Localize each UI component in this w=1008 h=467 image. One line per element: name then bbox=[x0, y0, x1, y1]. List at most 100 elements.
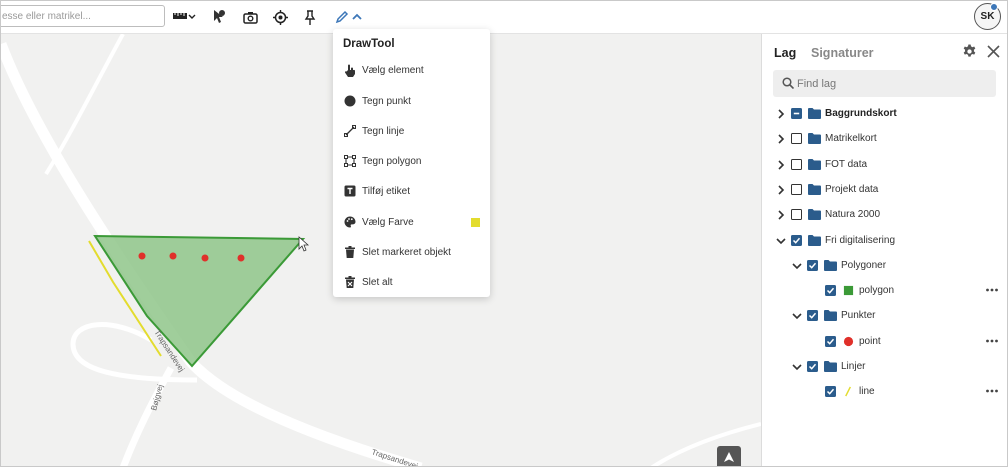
folder-icon bbox=[824, 310, 837, 322]
layer-label: Natura 2000 bbox=[825, 209, 881, 221]
color-swatch[interactable] bbox=[471, 217, 480, 227]
chevron-down-icon[interactable] bbox=[791, 310, 803, 322]
chevron-down-icon[interactable] bbox=[791, 361, 803, 373]
layer-checkbox[interactable] bbox=[807, 361, 818, 372]
layer-row[interactable]: FOT data bbox=[762, 153, 1007, 177]
check-icon bbox=[826, 287, 835, 294]
address-search-input[interactable] bbox=[1, 5, 165, 27]
folder-icon bbox=[824, 259, 837, 271]
layer-label: line bbox=[859, 386, 875, 398]
layer-label: polygon bbox=[859, 285, 895, 297]
layer-checkbox[interactable] bbox=[807, 310, 818, 322]
tab-layers[interactable]: Lag bbox=[774, 46, 796, 60]
menu-item-label: Tegn linje bbox=[362, 125, 405, 137]
pin-icon bbox=[304, 9, 316, 25]
close-icon[interactable] bbox=[986, 44, 1001, 59]
trash-icon bbox=[343, 245, 357, 259]
chevron-down-icon[interactable] bbox=[775, 235, 787, 247]
layer-checkbox[interactable] bbox=[791, 183, 802, 195]
gear-icon[interactable] bbox=[962, 44, 977, 59]
layer-label: FOT data bbox=[825, 158, 868, 170]
chevron-down-icon[interactable] bbox=[791, 260, 803, 272]
layer-search-input[interactable] bbox=[797, 75, 987, 92]
polygon-icon bbox=[343, 154, 357, 168]
layer-row[interactable]: Natura 2000 bbox=[762, 203, 1007, 227]
folder-icon bbox=[808, 183, 821, 195]
layer-checkbox[interactable] bbox=[807, 259, 818, 271]
road-bojgvej bbox=[120, 366, 175, 466]
feature-info-button[interactable] bbox=[211, 6, 227, 28]
folder-icon bbox=[808, 108, 821, 119]
pin-button[interactable] bbox=[303, 6, 317, 28]
layer-checkbox[interactable] bbox=[825, 285, 836, 297]
check-icon bbox=[808, 363, 817, 370]
menu-item-label: Slet alt bbox=[362, 276, 393, 288]
layer-row[interactable]: polygon bbox=[762, 279, 1007, 303]
layer-row[interactable]: line bbox=[762, 380, 1007, 404]
menu-item-add-label[interactable]: Tilføj etiket bbox=[333, 176, 490, 206]
more-options-icon[interactable] bbox=[985, 334, 999, 348]
menu-item-choose-color[interactable]: Vælg Farve bbox=[333, 207, 490, 237]
drawn-point[interactable] bbox=[169, 252, 177, 260]
drawn-point[interactable] bbox=[201, 254, 209, 262]
layer-label: Polygoner bbox=[841, 259, 887, 271]
chevron-right-icon[interactable] bbox=[775, 133, 787, 145]
more-options-icon[interactable] bbox=[985, 384, 999, 398]
menu-item-label: Tilføj etiket bbox=[362, 185, 410, 197]
menu-item-draw-line[interactable]: Tegn linje bbox=[333, 116, 490, 146]
user-initials: SK bbox=[980, 11, 995, 22]
layer-row[interactable]: Fri digitalisering bbox=[762, 229, 1007, 253]
chevron-right-icon[interactable] bbox=[775, 184, 787, 196]
road-east bbox=[650, 422, 761, 466]
point-symbol-icon bbox=[843, 336, 854, 346]
menu-item-draw-polygon[interactable]: Tegn polygon bbox=[333, 146, 490, 176]
screenshot-button[interactable] bbox=[242, 6, 258, 28]
tab-signatures[interactable]: Signaturer bbox=[811, 46, 874, 60]
layer-row[interactable]: Linjer bbox=[762, 355, 1007, 379]
minus-icon bbox=[793, 112, 800, 115]
layer-checkbox[interactable] bbox=[791, 234, 802, 246]
folder-icon bbox=[808, 209, 821, 221]
menu-item-select-element[interactable]: Vælg element bbox=[333, 55, 490, 85]
layer-row[interactable]: Projekt data bbox=[762, 178, 1007, 202]
layer-label: Baggrundskort bbox=[825, 108, 897, 119]
check-icon bbox=[826, 389, 835, 396]
layer-checkbox[interactable] bbox=[791, 158, 802, 170]
drawtool-menu: DrawTool Vælg element Tegn punkt Tegn li… bbox=[333, 29, 490, 297]
layer-row[interactable]: Matrikelkort bbox=[762, 127, 1007, 151]
north-arrow-icon bbox=[724, 452, 734, 462]
folder-icon bbox=[808, 234, 821, 246]
measure-button[interactable] bbox=[172, 6, 196, 28]
check-icon bbox=[792, 237, 801, 244]
chevron-right-icon[interactable] bbox=[775, 159, 787, 171]
layer-row[interactable]: Polygoner bbox=[762, 254, 1007, 278]
layer-checkbox[interactable] bbox=[825, 335, 836, 347]
ruler-icon bbox=[173, 13, 196, 19]
layer-label: Fri digitalisering bbox=[825, 234, 896, 246]
chevron-right-icon[interactable] bbox=[775, 108, 787, 120]
top-toolbar: SK bbox=[1, 1, 1007, 34]
menu-item-delete-selected[interactable]: Slet markeret objekt bbox=[333, 237, 490, 267]
north-arrow-button[interactable] bbox=[717, 446, 741, 466]
drawtool-toggle-button[interactable] bbox=[334, 6, 366, 28]
chevron-right-icon[interactable] bbox=[775, 209, 787, 221]
menu-item-label: Tegn polygon bbox=[362, 155, 422, 167]
more-options-icon[interactable] bbox=[985, 283, 999, 297]
crosshair-icon bbox=[272, 9, 288, 25]
layer-checkbox[interactable] bbox=[791, 133, 802, 145]
menu-item-draw-point[interactable]: Tegn punkt bbox=[333, 86, 490, 116]
layer-checkbox[interactable] bbox=[825, 386, 836, 398]
menu-item-delete-all[interactable]: Slet alt bbox=[333, 267, 490, 297]
road-north bbox=[44, 34, 125, 176]
trash-all-icon bbox=[343, 275, 357, 289]
layer-row[interactable]: point bbox=[762, 330, 1007, 354]
locate-button[interactable] bbox=[272, 6, 288, 28]
drawn-point[interactable] bbox=[237, 254, 245, 262]
menu-item-label: Slet markeret objekt bbox=[362, 246, 451, 258]
drawn-point[interactable] bbox=[138, 252, 146, 260]
layer-checkbox[interactable] bbox=[791, 108, 802, 119]
line-symbol-icon bbox=[845, 386, 851, 397]
layer-row[interactable]: Punkter bbox=[762, 304, 1007, 328]
layer-checkbox[interactable] bbox=[791, 209, 802, 221]
layer-row[interactable]: Baggrundskort bbox=[762, 102, 1007, 126]
